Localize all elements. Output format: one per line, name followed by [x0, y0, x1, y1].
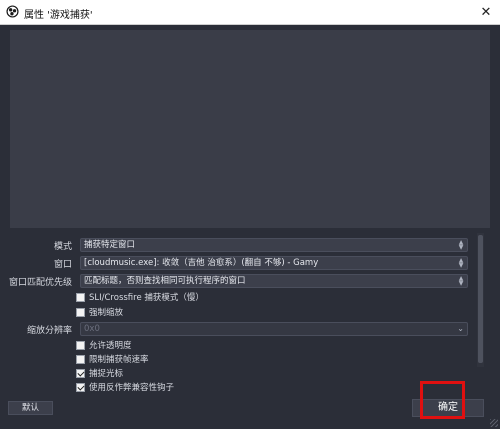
scale-resolution-label: 缩放分辨率: [26, 326, 72, 336]
force-scaling-checkbox[interactable]: [76, 307, 85, 317]
title-bar: 属性 '游戏捕获' ✕: [0, 0, 500, 25]
sli-crossfire-checkbox[interactable]: [76, 292, 85, 302]
priority-select-value: 匹配标题，否则查找相同可执行程序的窗口: [84, 276, 246, 286]
chevron-down-icon: ⌄: [457, 324, 464, 333]
limit-framerate-checkbox[interactable]: [76, 354, 85, 364]
sli-crossfire-option[interactable]: SLI/Crossfire 捕获模式（慢）: [76, 291, 204, 303]
mode-select[interactable]: 捕获特定窗口 ▲ ▼: [80, 238, 468, 252]
close-icon: ✕: [480, 4, 492, 20]
scale-resolution-value: 0x0: [84, 324, 100, 334]
sli-crossfire-label: SLI/Crossfire 捕获模式（慢）: [89, 293, 204, 303]
properties-panel: 模式 捕获特定窗口 ▲ ▼ 窗口 [cloudmusic.exe]: 收敛（吉他 …: [0, 233, 500, 396]
capture-cursor-option[interactable]: 捕捉光标: [76, 367, 123, 379]
window-select[interactable]: [cloudmusic.exe]: 收敛（吉他 治愈系）(翻自 不够) - Ga…: [80, 256, 468, 270]
defaults-button[interactable]: 默认: [8, 401, 53, 415]
resize-grip-icon[interactable]: [490, 419, 498, 427]
window-select-value: [cloudmusic.exe]: 收敛（吉他 治愈系）(翻自 不够) - Ga…: [84, 258, 319, 268]
obs-logo-icon: [6, 5, 19, 18]
dialog-footer: 默认 确定: [0, 396, 500, 429]
properties-scrollbar[interactable]: [477, 233, 484, 367]
updown-arrows-icon: ▲ ▼: [458, 257, 464, 269]
mode-select-value: 捕获特定窗口: [84, 240, 136, 250]
allow-transparency-label: 允许透明度: [89, 341, 132, 351]
scrollbar-thumb[interactable]: [478, 235, 483, 363]
window-label: 窗口: [53, 260, 72, 270]
anti-cheat-hook-checkbox[interactable]: [76, 382, 85, 392]
ok-button[interactable]: 确定: [412, 399, 484, 417]
limit-framerate-label: 限制捕获帧速率: [89, 355, 149, 365]
source-preview: [10, 30, 490, 228]
force-scaling-label: 强制缩放: [89, 308, 124, 318]
close-button[interactable]: ✕: [472, 0, 500, 24]
capture-cursor-checkbox[interactable]: [76, 368, 85, 378]
mode-label: 模式: [53, 242, 72, 252]
anti-cheat-hook-label: 使用反作弊兼容性钩子: [89, 383, 175, 393]
allow-transparency-checkbox[interactable]: [76, 340, 85, 350]
anti-cheat-hook-option[interactable]: 使用反作弊兼容性钩子: [76, 381, 174, 393]
scale-resolution-select: 0x0 ⌄: [80, 322, 468, 336]
allow-transparency-option[interactable]: 允许透明度: [76, 339, 132, 351]
capture-cursor-label: 捕捉光标: [89, 369, 124, 379]
priority-select[interactable]: 匹配标题，否则查找相同可执行程序的窗口 ▲ ▼: [80, 274, 468, 288]
priority-label: 窗口匹配优先级: [8, 278, 72, 288]
window-title: 属性 '游戏捕获': [24, 10, 93, 21]
updown-arrows-icon: ▲ ▼: [458, 275, 464, 287]
updown-arrows-icon: ▲ ▼: [458, 239, 464, 251]
limit-framerate-option[interactable]: 限制捕获帧速率: [76, 353, 149, 365]
force-scaling-option[interactable]: 强制缩放: [76, 306, 123, 318]
